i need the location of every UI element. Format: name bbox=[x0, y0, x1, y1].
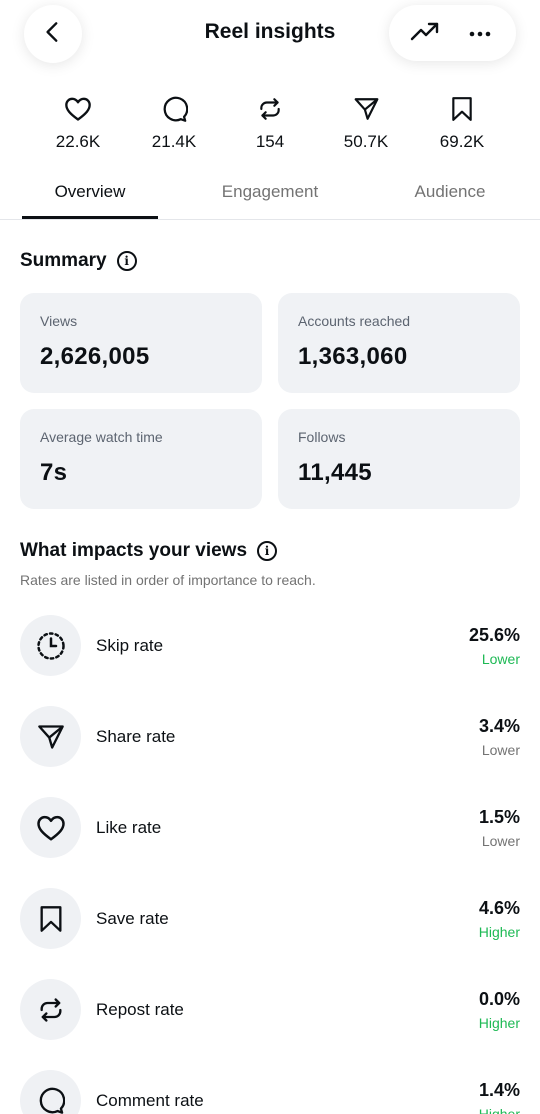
metric-card-views: Views 2,626,005 bbox=[20, 293, 262, 393]
row-value: 1.5% bbox=[478, 807, 520, 827]
stat-comments: 21.4K bbox=[126, 94, 222, 152]
tab-overview[interactable]: Overview bbox=[22, 182, 158, 202]
trending-up-icon bbox=[410, 20, 440, 47]
stat-value: 154 bbox=[255, 132, 285, 151]
comment-icon bbox=[161, 94, 188, 124]
stat-saves: 69.2K bbox=[414, 94, 510, 152]
impact-row-skip-rate[interactable]: Skip rate 25.6% Lower bbox=[20, 615, 520, 677]
info-icon[interactable]: i bbox=[257, 541, 278, 561]
impact-row-comment-rate[interactable]: Comment rate 1.4% Higher bbox=[20, 1070, 520, 1114]
stat-likes: 22.6K bbox=[30, 94, 126, 152]
row-trend: Lower bbox=[481, 833, 520, 849]
impact-row-like-rate[interactable]: Like rate 1.5% Lower bbox=[20, 797, 520, 859]
impacts-heading: What impacts your views i bbox=[20, 540, 278, 562]
card-value: 2,626,005 bbox=[40, 343, 150, 370]
stat-value: 50.7K bbox=[343, 132, 389, 151]
card-label: Views bbox=[40, 313, 78, 329]
impact-row-share-rate[interactable]: Share rate 3.4% Lower bbox=[20, 706, 520, 768]
card-label: Average watch time bbox=[40, 429, 163, 445]
row-trend: Higher bbox=[478, 924, 520, 940]
heart-icon bbox=[20, 797, 81, 858]
row-trend: Lower bbox=[481, 651, 520, 667]
row-trend: Lower bbox=[481, 742, 520, 758]
bookmark-icon bbox=[450, 94, 474, 124]
stats-row: 22.6K 21.4K 154 50.7K 69.2K bbox=[30, 94, 510, 152]
impact-row-save-rate[interactable]: Save rate 4.6% Higher bbox=[20, 888, 520, 950]
impacts-subtitle: Rates are listed in order of importance … bbox=[20, 572, 316, 588]
row-label: Like rate bbox=[96, 818, 162, 837]
row-label: Share rate bbox=[96, 727, 176, 746]
metric-card-average-watch-time: Average watch time 7s bbox=[20, 409, 262, 509]
row-value: 25.6% bbox=[468, 625, 520, 645]
metric-card-accounts-reached: Accounts reached 1,363,060 bbox=[278, 293, 520, 393]
card-label: Follows bbox=[298, 429, 346, 445]
card-value: 7s bbox=[40, 459, 68, 486]
more-button[interactable] bbox=[455, 11, 505, 55]
share-icon bbox=[20, 706, 81, 767]
impacts-title: What impacts your views bbox=[20, 540, 248, 561]
heart-icon bbox=[64, 94, 92, 124]
row-value: 4.6% bbox=[478, 898, 520, 918]
row-value: 1.4% bbox=[478, 1080, 520, 1100]
metric-card-follows: Follows 11,445 bbox=[278, 409, 520, 509]
skip-timer-icon bbox=[20, 615, 81, 676]
active-tab-indicator bbox=[22, 216, 158, 219]
row-label: Save rate bbox=[96, 909, 169, 928]
row-trend: Higher bbox=[478, 1106, 520, 1114]
tab-engagement[interactable]: Engagement bbox=[190, 182, 350, 202]
comment-icon bbox=[20, 1070, 81, 1114]
row-label: Comment rate bbox=[96, 1091, 204, 1110]
card-value: 1,363,060 bbox=[298, 343, 408, 370]
stat-value: 22.6K bbox=[55, 132, 101, 151]
header: Reel insights bbox=[0, 0, 540, 70]
bookmark-icon bbox=[20, 888, 81, 949]
summary-title: Summary bbox=[20, 250, 107, 271]
trend-button[interactable] bbox=[400, 11, 450, 55]
stat-shares: 50.7K bbox=[318, 94, 414, 152]
impact-row-repost-rate[interactable]: Repost rate 0.0% Higher bbox=[20, 979, 520, 1041]
card-label: Accounts reached bbox=[298, 313, 411, 329]
row-label: Repost rate bbox=[96, 1000, 184, 1019]
tab-audience[interactable]: Audience bbox=[380, 182, 520, 202]
tab-bar: Overview Engagement Audience bbox=[0, 172, 540, 220]
repost-icon bbox=[257, 94, 283, 124]
row-value: 3.4% bbox=[478, 716, 520, 736]
repost-icon bbox=[20, 979, 81, 1040]
stat-value: 21.4K bbox=[151, 132, 197, 151]
summary-heading: Summary i bbox=[20, 250, 137, 272]
info-icon[interactable]: i bbox=[116, 251, 137, 271]
stat-reposts: 154 bbox=[222, 94, 318, 152]
row-value: 0.0% bbox=[478, 989, 520, 1009]
more-horizontal-icon bbox=[469, 24, 491, 42]
card-value: 11,445 bbox=[298, 459, 372, 486]
row-trend: Higher bbox=[478, 1015, 520, 1031]
header-actions bbox=[389, 5, 516, 61]
stat-value: 69.2K bbox=[439, 132, 485, 151]
row-label: Skip rate bbox=[96, 636, 164, 655]
share-icon bbox=[353, 94, 380, 124]
